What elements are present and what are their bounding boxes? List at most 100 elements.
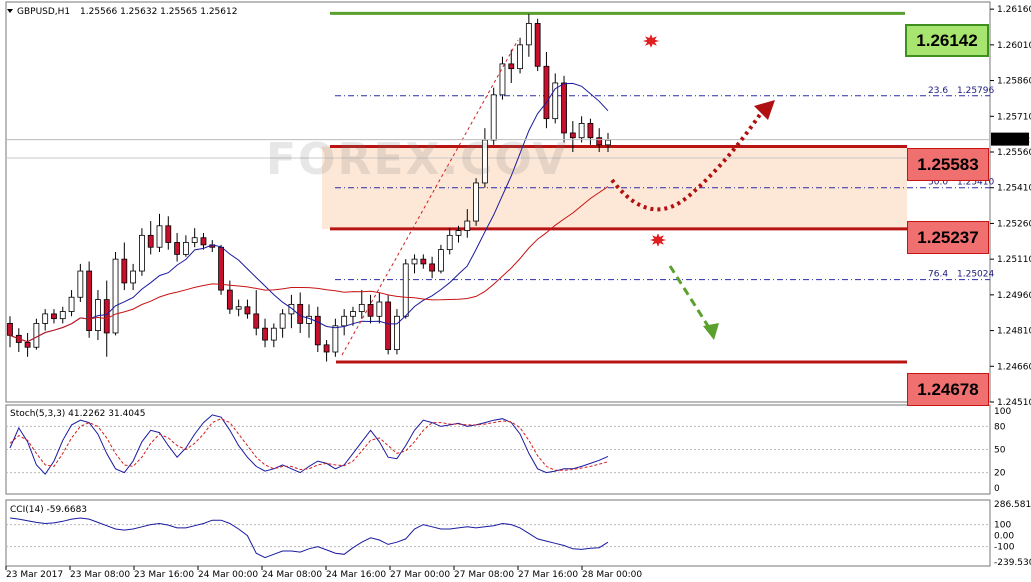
candle-body: [226, 289, 233, 310]
burst-top-icon: [639, 31, 663, 51]
candle-body: [262, 327, 268, 341]
candle-body: [147, 234, 154, 248]
candle-body: [394, 315, 400, 351]
candle-body: [244, 306, 251, 315]
candle-body: [51, 313, 57, 320]
candle-body: [33, 323, 40, 348]
time-tick-label: 24 Mar 16:00: [326, 570, 386, 580]
price-tick-label: 1.24960: [997, 291, 1031, 301]
fib-pct-label: 23.6: [928, 86, 948, 96]
price-tick-label: 1.25860: [997, 77, 1031, 87]
price-box-bottom: 1.24678: [907, 373, 989, 406]
burst-support-icon: [646, 230, 670, 250]
candle-body: [112, 258, 119, 334]
candle-body: [314, 315, 321, 346]
price-box-top: 1.26142: [905, 24, 989, 57]
candle-body: [306, 315, 312, 324]
time-tick-label: 24 Mar 08:00: [262, 570, 322, 580]
time-tick-label: 23 Mar 16:00: [134, 570, 194, 580]
candle-body: [561, 82, 567, 134]
candle-body: [341, 315, 348, 327]
fib-price-label: 1.25796: [957, 86, 994, 96]
forecast-down-arrowhead: [703, 323, 719, 340]
candle-body: [596, 137, 603, 146]
candle-body: [455, 230, 462, 236]
candle-body: [438, 249, 444, 272]
price-tick-label: 1.24810: [997, 327, 1031, 337]
price-tick-label: 1.25560: [997, 148, 1031, 158]
candle-body: [402, 263, 409, 317]
watermark: FOREX.COV: [266, 134, 569, 185]
price-tick-label: 1.24660: [997, 362, 1031, 372]
time-tick-label: 27 Mar 00:00: [390, 570, 450, 580]
candle-body: [534, 23, 541, 67]
current-price-label: 1.25612: [993, 136, 1030, 146]
candle-body: [543, 65, 550, 120]
price-tick-label: 1.26160: [997, 5, 1031, 15]
candle-body: [121, 258, 128, 284]
fib-pct-label: 76.4: [928, 270, 948, 280]
price-tick-label: 1.25260: [997, 219, 1031, 229]
price-box-support: 1.25237: [907, 221, 989, 254]
cci-tick-label: 100: [994, 521, 1011, 531]
candle-body: [279, 313, 286, 329]
candle-body: [59, 311, 66, 320]
candle-body: [103, 299, 110, 334]
chart-canvas[interactable]: 1.26160 1.26010 1.25860 1.25710 1.25560 1.254…: [0, 0, 1031, 582]
candle-body: [605, 139, 611, 146]
candle-body: [587, 123, 594, 139]
price-box-resistance: 1.25583: [907, 148, 989, 181]
candle-body: [473, 182, 479, 222]
cci-tick-label: -100: [994, 543, 1015, 553]
candle-body: [446, 234, 453, 251]
ohlc-label: 1.25566 1.25632 1.25565 1.25612: [80, 7, 237, 17]
chart-window: 1.26160 1.26010 1.25860 1.25710 1.25560 1.254…: [0, 0, 1031, 582]
price-tick-label: 1.25110: [997, 255, 1031, 265]
price-tick-label: 1.26010: [997, 41, 1031, 51]
time-tick-label: 28 Mar 00:00: [582, 570, 642, 580]
time-tick-label: 27 Mar 08:00: [454, 570, 514, 580]
candle-body: [420, 258, 427, 265]
cci-tick-label: 0.00: [994, 532, 1014, 542]
candle-body: [323, 344, 330, 353]
stoch-tick-label: 100: [994, 407, 1011, 417]
candle-body: [130, 270, 137, 284]
candle-body: [270, 327, 277, 341]
time-tick-label: 23 Mar 2017: [6, 570, 63, 580]
candle-body: [253, 313, 260, 329]
candle-body: [200, 237, 207, 246]
cci-tick-label: -239.530: [994, 558, 1031, 568]
candle-body: [376, 301, 383, 317]
candle-body: [429, 263, 436, 272]
candle-body: [191, 237, 198, 243]
dropdown-arrow-icon: [7, 9, 13, 13]
candle-body: [68, 296, 75, 312]
candle-body: [569, 132, 576, 139]
stoch-k-line: [9, 414, 609, 475]
stoch-tick-label: 20: [994, 469, 1006, 479]
stoch-tick-label: 50: [994, 446, 1006, 456]
stoch-label: Stoch(5,3,3) 41.2262 31.4045: [10, 409, 145, 419]
forecast-up-arrowhead: [754, 100, 775, 120]
candle-body: [350, 311, 356, 317]
candle-body: [7, 323, 13, 336]
candle-body: [499, 63, 506, 96]
candle-body: [165, 225, 172, 243]
candle-body: [464, 220, 471, 231]
candle-body: [182, 242, 189, 255]
symbol-label: GBPUSD,H1: [17, 7, 70, 17]
candle-body: [332, 325, 339, 353]
candle-body: [139, 234, 145, 272]
time-tick-label: 24 Mar 00:00: [198, 570, 258, 580]
cci-line: [9, 517, 609, 559]
candle-body: [411, 258, 418, 265]
fib-price-label: 1.25024: [957, 270, 994, 280]
candle-body: [77, 270, 84, 298]
time-tick-label: 27 Mar 16:00: [518, 570, 578, 580]
price-tick-label: 1.25410: [997, 184, 1031, 194]
candle-body: [385, 301, 392, 351]
cci-panel-frame: [5, 499, 991, 567]
stoch-tick-label: 80: [994, 422, 1006, 432]
candle-body: [156, 225, 163, 248]
price-tick-label: 1.25710: [997, 112, 1031, 122]
